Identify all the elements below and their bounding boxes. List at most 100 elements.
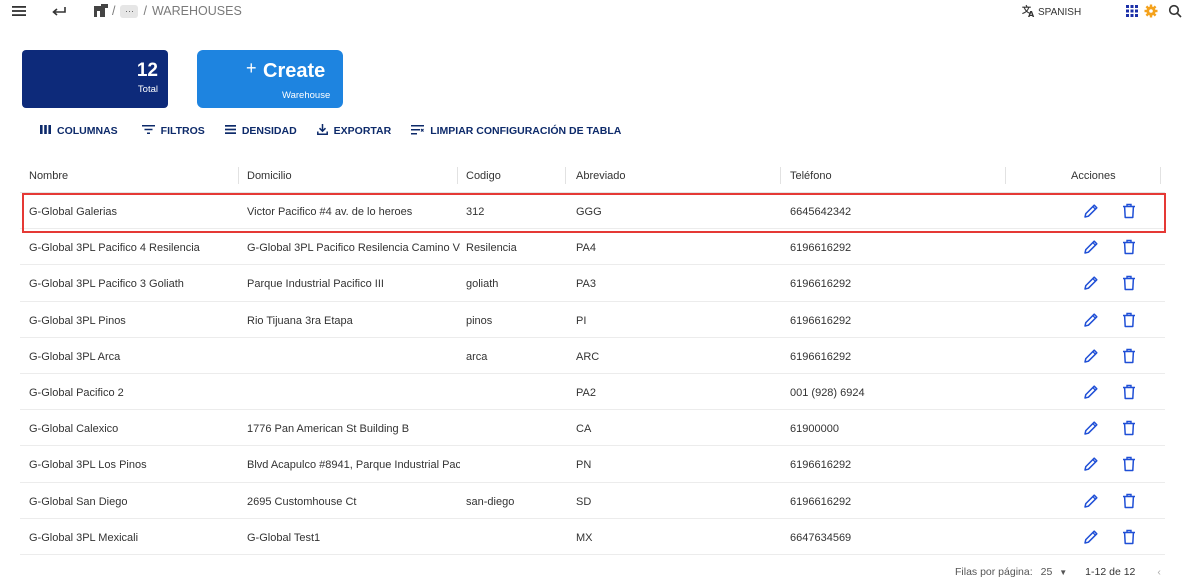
filters-label: FILTROS bbox=[160, 125, 205, 137]
columns-button[interactable]: COLUMNAS bbox=[40, 125, 118, 137]
top-bar: / ··· / WAREHOUSES 文A SPANISH bbox=[0, 0, 1185, 24]
cell-domicilio: Blvd Acapulco #8941, Parque Industrial P… bbox=[247, 459, 460, 472]
header-domicilio[interactable]: Domicilio bbox=[247, 170, 292, 182]
cell-telefono: 61900000 bbox=[790, 423, 839, 436]
cell-abreviado: ARC bbox=[576, 350, 600, 363]
cell-telefono: 6196616292 bbox=[790, 314, 852, 327]
columns-label: COLUMNAS bbox=[57, 125, 118, 137]
clear-table-config-button[interactable]: LIMPIAR CONFIGURACIÓN DE TABLA bbox=[411, 124, 622, 138]
cell-abreviado: GGG bbox=[576, 206, 602, 218]
column-divider[interactable] bbox=[1005, 167, 1006, 184]
edit-pencil-icon[interactable] bbox=[1081, 418, 1101, 438]
edit-pencil-icon[interactable] bbox=[1081, 201, 1101, 221]
table-row[interactable]: G-Global Galerias Victor Pacifico #4 av. … bbox=[20, 193, 1166, 234]
delete-trash-icon[interactable] bbox=[1119, 346, 1139, 366]
column-divider[interactable] bbox=[238, 167, 239, 184]
cell-codigo: 312 bbox=[466, 206, 485, 218]
column-divider[interactable] bbox=[780, 167, 781, 184]
filters-button[interactable]: FILTROS bbox=[141, 125, 205, 137]
density-button[interactable]: DENSIDAD bbox=[224, 125, 297, 137]
edit-pencil-icon[interactable] bbox=[1081, 491, 1101, 511]
cell-abreviado: PA2 bbox=[576, 386, 596, 399]
rows-per-page-select[interactable]: 25 ▼ bbox=[1041, 566, 1068, 578]
cell-telefono: 6196616292 bbox=[790, 278, 852, 291]
delete-trash-icon[interactable] bbox=[1119, 273, 1139, 293]
home-icon[interactable] bbox=[93, 3, 109, 19]
translate-icon: 文A bbox=[1021, 4, 1036, 20]
edit-pencil-icon[interactable] bbox=[1081, 382, 1101, 402]
breadcrumb-collapsed-button[interactable]: ··· bbox=[120, 4, 139, 18]
plus-icon: + bbox=[246, 58, 257, 78]
column-divider[interactable] bbox=[1160, 167, 1161, 184]
delete-trash-icon[interactable] bbox=[1119, 418, 1139, 438]
search-icon[interactable] bbox=[1168, 3, 1182, 19]
delete-trash-icon[interactable] bbox=[1119, 527, 1139, 547]
delete-trash-icon[interactable] bbox=[1119, 237, 1139, 257]
cell-codigo: Resilencia bbox=[466, 242, 517, 255]
row-actions bbox=[1081, 491, 1139, 511]
delete-trash-icon[interactable] bbox=[1119, 382, 1139, 402]
table-row[interactable]: G-Global Pacifico 2 PA2 001 (928) 6924 bbox=[20, 374, 1165, 411]
breadcrumb-separator: / bbox=[112, 4, 116, 18]
menu-icon[interactable] bbox=[11, 3, 27, 19]
delete-trash-icon[interactable] bbox=[1119, 310, 1139, 330]
svg-text:A: A bbox=[1028, 10, 1035, 17]
table-row[interactable]: G-Global 3PL Pinos Rio Tijuana 3ra Etapa p… bbox=[20, 302, 1165, 338]
cell-nombre: G-Global 3PL Pinos bbox=[29, 314, 126, 327]
edit-pencil-icon[interactable] bbox=[1081, 454, 1101, 474]
table-row[interactable]: G-Global 3PL Pacifico 4 Resilencia G-Glob… bbox=[20, 229, 1165, 266]
column-divider[interactable] bbox=[565, 167, 566, 184]
apps-grid-icon[interactable] bbox=[1125, 3, 1139, 19]
cell-telefono: 6196616292 bbox=[790, 495, 852, 508]
cell-nombre: G-Global 3PL Pacifico 3 Goliath bbox=[29, 278, 184, 291]
edit-pencil-icon[interactable] bbox=[1081, 346, 1101, 366]
language-selector[interactable]: 文A SPANISH bbox=[1021, 4, 1082, 20]
language-label: SPANISH bbox=[1038, 6, 1082, 18]
caret-down-icon: ▼ bbox=[1059, 568, 1068, 577]
previous-page-icon[interactable]: ‹ bbox=[1157, 566, 1161, 578]
table-body: G-Global Galerias Victor Pacifico #4 av. … bbox=[20, 193, 1166, 555]
row-actions bbox=[1081, 382, 1139, 402]
cell-nombre: G-Global 3PL Arca bbox=[29, 350, 121, 363]
pagination: Filas por página: 25 ▼ 1-12 de 12 ‹ bbox=[955, 566, 1161, 578]
create-warehouse-button[interactable]: + Create Warehouse bbox=[197, 50, 343, 108]
row-actions bbox=[1081, 418, 1139, 438]
row-actions bbox=[1081, 310, 1139, 330]
table-row[interactable]: G-Global 3PL Arca arca ARC 6196616292 bbox=[20, 338, 1165, 374]
edit-pencil-icon[interactable] bbox=[1081, 527, 1101, 547]
delete-trash-icon[interactable] bbox=[1119, 491, 1139, 511]
header-abreviado[interactable]: Abreviado bbox=[576, 170, 626, 182]
table-row[interactable]: G-Global 3PL Pacifico 3 Goliath Parque In… bbox=[20, 265, 1165, 302]
gear-icon[interactable] bbox=[1144, 3, 1158, 19]
total-count: 12 bbox=[136, 60, 158, 81]
cell-codigo: arca bbox=[466, 350, 488, 363]
density-icon bbox=[224, 125, 236, 137]
export-button[interactable]: EXPORTAR bbox=[316, 124, 391, 138]
table-row[interactable]: G-Global Calexico 1776 Pan American St Bu… bbox=[20, 410, 1165, 447]
header-telefono[interactable]: Teléfono bbox=[790, 170, 832, 182]
back-arrow-icon[interactable] bbox=[50, 3, 68, 19]
clear-config-label: LIMPIAR CONFIGURACIÓN DE TABLA bbox=[430, 125, 622, 137]
cell-nombre: G-Global San Diego bbox=[29, 495, 128, 508]
cell-abreviado: PA4 bbox=[576, 242, 596, 255]
table-row[interactable]: G-Global 3PL Los Pinos Blvd Acapulco #894… bbox=[20, 446, 1165, 483]
edit-pencil-icon[interactable] bbox=[1081, 273, 1101, 293]
header-codigo[interactable]: Codigo bbox=[466, 170, 501, 182]
table-row[interactable]: G-Global 3PL Mexicali G-Global Test1 MX 664… bbox=[20, 519, 1165, 555]
table-row[interactable]: G-Global San Diego 2695 Customhouse Ct san… bbox=[20, 483, 1165, 519]
edit-pencil-icon[interactable] bbox=[1081, 237, 1101, 257]
cell-domicilio: 2695 Customhouse Ct bbox=[247, 495, 357, 508]
pagination-range: 1-12 de 12 bbox=[1085, 566, 1136, 578]
delete-trash-icon[interactable] bbox=[1119, 201, 1139, 221]
cell-telefono: 001 (928) 6924 bbox=[790, 386, 865, 399]
column-divider[interactable] bbox=[457, 167, 458, 184]
table-toolbar: COLUMNAS FILTROS DENSIDAD EXPORTAR LIMPI… bbox=[40, 124, 621, 138]
cell-telefono: 6645642342 bbox=[790, 206, 852, 218]
filter-icon bbox=[141, 125, 155, 137]
edit-pencil-icon[interactable] bbox=[1081, 310, 1101, 330]
cell-telefono: 6196616292 bbox=[790, 350, 852, 363]
create-label: Create bbox=[263, 60, 326, 82]
clear-config-icon bbox=[411, 124, 425, 138]
header-nombre[interactable]: Nombre bbox=[29, 170, 68, 182]
delete-trash-icon[interactable] bbox=[1119, 454, 1139, 474]
